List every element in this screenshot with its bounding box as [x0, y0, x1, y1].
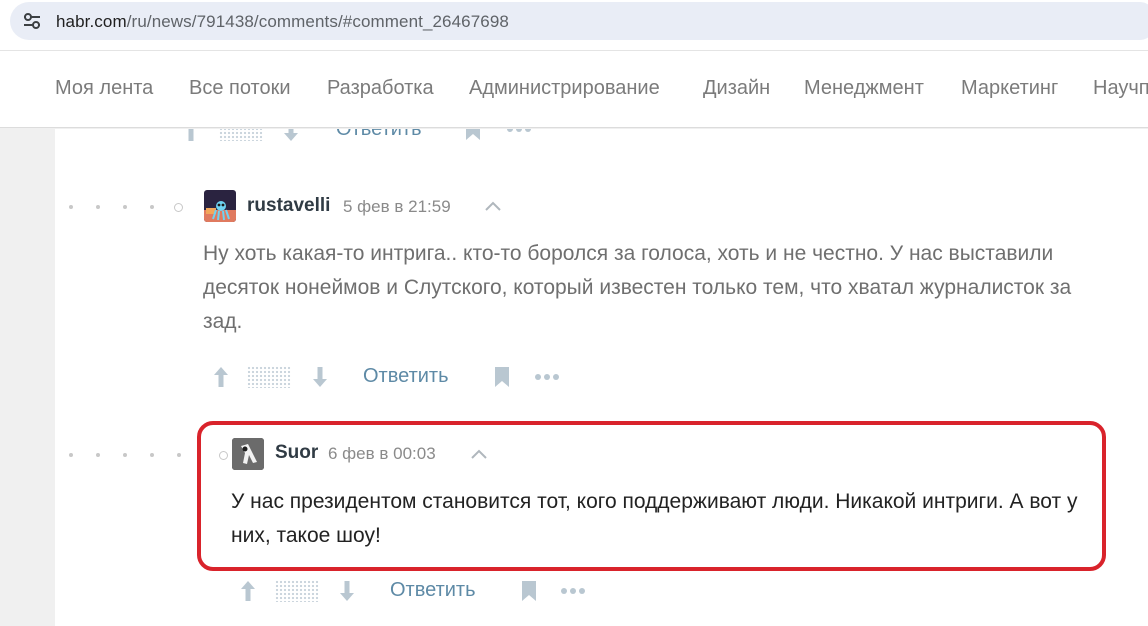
nav-item-development[interactable]: Разработка	[327, 77, 434, 100]
more-options-icon[interactable]	[506, 129, 532, 133]
vote-up-icon[interactable]	[211, 365, 231, 389]
vote-up-icon[interactable]	[238, 579, 258, 603]
nav-item-popsci[interactable]: Научпоп	[1093, 77, 1148, 100]
nav-item-marketing[interactable]: Маркетинг	[961, 77, 1058, 100]
score-hidden	[247, 366, 291, 388]
nav-item-management[interactable]: Менеджмент	[804, 77, 924, 100]
comment-body: Ну хоть какая-то интрига.. кто-то боролс…	[203, 242, 1072, 333]
vote-down-icon[interactable]	[281, 129, 301, 143]
nav-item-administration[interactable]: Администрирование	[469, 77, 660, 100]
comment-author[interactable]: rustavelli	[247, 195, 330, 217]
browser-address-bar: habr.com/ru/news/791438/comments/#commen…	[0, 0, 1148, 50]
nav-item-design[interactable]: Дизайн	[703, 77, 770, 100]
vote-down-icon[interactable]	[310, 365, 330, 389]
vote-up-icon[interactable]	[181, 129, 201, 143]
reply-link[interactable]: Ответить	[336, 129, 422, 141]
url-host: habr.com	[56, 12, 127, 31]
url-text[interactable]: habr.com/ru/news/791438/comments/#commen…	[56, 12, 509, 32]
reply-link[interactable]: Ответить	[390, 579, 476, 602]
hubs-navigation: Моя лента Все потоки Разработка Админист…	[0, 50, 1148, 128]
nav-item-my-feed[interactable]: Моя лента	[55, 77, 153, 100]
nav-item-all-streams[interactable]: Все потоки	[189, 77, 291, 100]
comment-timestamp[interactable]: 5 фев в 21:59	[343, 197, 451, 217]
avatar[interactable]	[204, 190, 236, 222]
reply-link[interactable]: Ответить	[363, 365, 449, 388]
score-hidden	[219, 129, 263, 141]
bookmark-icon[interactable]	[520, 580, 538, 602]
highlight-annotation	[197, 421, 1106, 571]
site-info-icon[interactable]	[22, 12, 42, 30]
chevron-up-icon[interactable]	[484, 200, 502, 212]
bookmark-icon[interactable]	[493, 366, 511, 388]
more-options-icon[interactable]	[560, 587, 586, 595]
score-hidden	[275, 580, 319, 602]
url-path: /ru/news/791438/comments/#comment_264676…	[126, 12, 509, 31]
bookmark-icon[interactable]	[464, 129, 482, 141]
more-options-icon[interactable]	[534, 373, 560, 381]
url-bar[interactable]: habr.com/ru/news/791438/comments/#commen…	[10, 2, 1148, 40]
vote-down-icon[interactable]	[337, 579, 357, 603]
